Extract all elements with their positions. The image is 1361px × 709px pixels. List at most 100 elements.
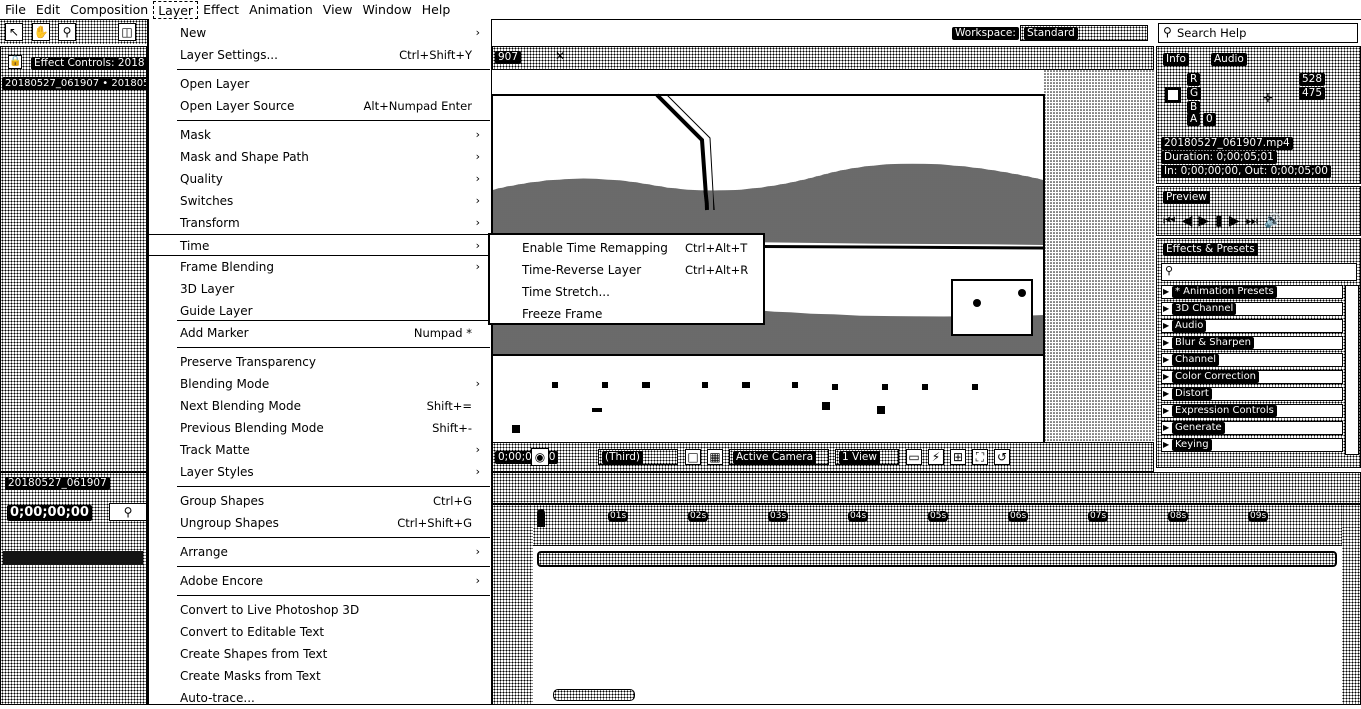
time-submenu-item[interactable]: Freeze Frame: [490, 303, 763, 325]
fast-previews-icon[interactable]: ⚡: [928, 449, 944, 465]
hand-tool-icon[interactable]: ✋: [32, 23, 50, 41]
search-help-field[interactable]: ⚲ Search Help: [1158, 23, 1358, 43]
workspace-dropdown[interactable]: Standard: [1020, 25, 1148, 41]
menu-window[interactable]: Window: [357, 0, 416, 19]
layer-menu-item[interactable]: Convert to Editable Text: [149, 621, 490, 643]
zoom-tool-icon[interactable]: ⚲: [58, 23, 76, 41]
effects-category[interactable]: ▶ * Animation Presets: [1161, 285, 1343, 299]
transparency-grid-icon[interactable]: ▦: [707, 449, 723, 465]
effects-category[interactable]: ▶ Expression Controls: [1161, 404, 1343, 418]
preview-tab[interactable]: Preview: [1163, 191, 1210, 204]
layer-menu-item[interactable]: New ›: [149, 22, 490, 44]
layer-menu-item[interactable]: Add Marker Numpad *: [149, 322, 490, 344]
layer-menu-item[interactable]: Create Shapes from Text: [149, 643, 490, 665]
layer-menu-item[interactable]: Arrange ›: [149, 541, 490, 563]
channel-g: G: [1187, 87, 1202, 100]
layer-menu-item[interactable]: Open Layer Source Alt+Numpad Enter: [149, 95, 490, 117]
view-layout-dropdown[interactable]: 1 View: [835, 449, 899, 465]
time-submenu-item[interactable]: Time Stretch...: [490, 281, 763, 303]
work-area-bar[interactable]: [533, 527, 1342, 546]
camera-tool-icon[interactable]: ◫: [118, 23, 136, 41]
menu-file[interactable]: File: [0, 0, 31, 19]
flowchart-icon[interactable]: ⛶: [972, 449, 988, 465]
effects-category[interactable]: ▶ Blur & Sharpen: [1161, 336, 1343, 350]
menu-item-label: Frame Blending: [180, 260, 274, 274]
layer-menu-item[interactable]: 3D Layer: [149, 278, 490, 300]
time-submenu-item[interactable]: Time-Reverse Layer Ctrl+Alt+R: [490, 259, 763, 281]
effects-category[interactable]: ▶ Keying: [1161, 438, 1343, 452]
layer-menu-item[interactable]: Create Masks from Text: [149, 665, 490, 687]
effects-category[interactable]: ▶ Channel: [1161, 353, 1343, 367]
layer-duration-bar[interactable]: [537, 551, 1337, 567]
playback-controls[interactable]: ⏮◀▶▮▶⏭🔊: [1163, 213, 1288, 229]
audio-tab[interactable]: Audio: [1211, 53, 1247, 66]
info-tab[interactable]: Info: [1163, 53, 1189, 66]
menu-effect[interactable]: Effect: [198, 0, 244, 19]
layer-menu-dropdown: New › Layer Settings... Ctrl+Shift+Y Open La…: [147, 19, 492, 705]
layer-menu-item[interactable]: Next Blending Mode Shift+=: [149, 395, 490, 417]
menu-animation[interactable]: Animation: [244, 0, 318, 19]
layer-menu-item[interactable]: Quality ›: [149, 168, 490, 190]
menu-separator: [177, 537, 490, 538]
snapshot-icon[interactable]: ◉: [531, 448, 549, 466]
effects-search-input[interactable]: ⚲: [1161, 263, 1357, 281]
comp-tab[interactable]: 907: [495, 51, 522, 64]
close-tab-icon[interactable]: ✕: [555, 49, 565, 63]
time-submenu-item[interactable]: Enable Time Remapping Ctrl+Alt+T: [490, 237, 763, 259]
timeline-left-controls: [493, 505, 533, 704]
layer-menu-item[interactable]: Guide Layer: [149, 300, 490, 322]
submenu-arrow-icon: ›: [475, 574, 480, 587]
layer-menu-item[interactable]: Open Layer: [149, 73, 490, 95]
layer-menu-item[interactable]: Layer Styles ›: [149, 461, 490, 483]
layer-menu-item[interactable]: Layer Settings... Ctrl+Shift+Y: [149, 44, 490, 66]
menu-composition[interactable]: Composition: [65, 0, 153, 19]
menu-item-label: Open Layer Source: [180, 99, 295, 113]
menu-item-shortcut: Ctrl+G: [432, 494, 472, 508]
layer-menu-item[interactable]: Switches ›: [149, 190, 490, 212]
effects-category[interactable]: ▶ Generate: [1161, 421, 1343, 435]
region-of-interest-icon[interactable]: □: [685, 449, 701, 465]
menu-edit[interactable]: Edit: [31, 0, 65, 19]
timeline-zoom-slider[interactable]: [553, 689, 635, 701]
effects-scrollbar[interactable]: [1345, 285, 1359, 455]
layer-menu-item[interactable]: Frame Blending ›: [149, 256, 490, 278]
ruler-tick: 03s: [768, 511, 789, 522]
selection-tool-icon[interactable]: ↖: [5, 23, 23, 41]
timeline-scrollbar[interactable]: [1342, 505, 1360, 704]
layer-menu-item[interactable]: Adobe Encore ›: [149, 570, 490, 592]
resolution-dropdown[interactable]: (Third): [598, 449, 678, 465]
layer-menu-item[interactable]: Auto-trace...: [149, 687, 490, 709]
timeline-search-icon[interactable]: ⚲: [109, 503, 146, 521]
layer-menu-item[interactable]: Mask and Shape Path ›: [149, 146, 490, 168]
effects-category[interactable]: ▶ Distort: [1161, 387, 1343, 401]
layer-menu-item[interactable]: Previous Blending Mode Shift+-: [149, 417, 490, 439]
layer-menu-item[interactable]: Mask ›: [149, 124, 490, 146]
effects-category[interactable]: ▶ Color Correction: [1161, 370, 1343, 384]
layer-menu-item[interactable]: Convert to Live Photoshop 3D: [149, 599, 490, 621]
layer-menu-item[interactable]: Preserve Transparency: [149, 351, 490, 373]
toggle-pixel-aspect-icon[interactable]: ▭: [906, 449, 922, 465]
effects-category[interactable]: ▶ Audio: [1161, 319, 1343, 333]
exposure-reset-icon[interactable]: ↺: [994, 449, 1010, 465]
timeline-link-icon[interactable]: ⊞: [950, 449, 966, 465]
current-time-indicator[interactable]: [537, 509, 545, 527]
expand-triangle-icon: ▶: [1163, 389, 1170, 398]
layer-menu-item[interactable]: Track Matte ›: [149, 439, 490, 461]
layer-menu-item[interactable]: Transform ›: [149, 212, 490, 234]
layer-menu-item[interactable]: Blending Mode ›: [149, 373, 490, 395]
menu-help[interactable]: Help: [417, 0, 456, 19]
effects-category[interactable]: ▶ 3D Channel: [1161, 302, 1343, 316]
lock-icon[interactable]: 🔒: [8, 55, 22, 69]
layer-menu-item[interactable]: Group Shapes Ctrl+G: [149, 490, 490, 512]
camera-dropdown[interactable]: Active Camera: [729, 449, 829, 465]
layer-menu-item[interactable]: Time ›: [149, 234, 490, 256]
menu-item-label: Switches: [180, 194, 234, 208]
layer-menu-item[interactable]: Ungroup Shapes Ctrl+Shift+G: [149, 512, 490, 534]
timeline-tab[interactable]: 20180527_061907: [5, 477, 110, 490]
expand-triangle-icon: ▶: [1163, 321, 1170, 330]
timeline-timecode[interactable]: 0;00;00;00: [7, 505, 92, 521]
effect-controls-tab[interactable]: Effect Controls: 2018: [31, 57, 146, 70]
menu-view[interactable]: View: [318, 0, 358, 19]
menu-layer[interactable]: Layer: [153, 1, 199, 19]
effects-presets-tab[interactable]: Effects & Presets: [1163, 243, 1258, 256]
